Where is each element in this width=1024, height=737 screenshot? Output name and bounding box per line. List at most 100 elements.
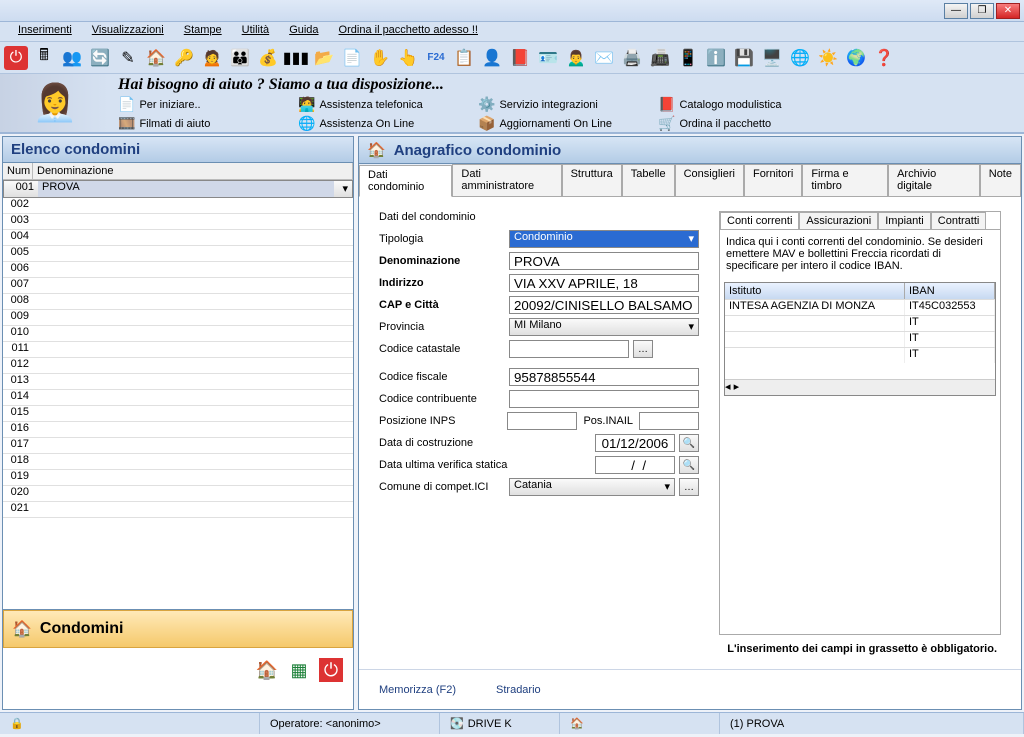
side-tab-conti-correnti[interactable]: Conti correnti (720, 212, 799, 229)
tab-note[interactable]: Note (980, 164, 1021, 196)
table-row[interactable]: 003 (3, 214, 353, 230)
table-row[interactable]: 016 (3, 422, 353, 438)
tool-money-icon[interactable]: 💰 (256, 46, 280, 70)
table-row[interactable]: 009 (3, 310, 353, 326)
tool-sun-icon[interactable]: ☀️ (816, 46, 840, 70)
close-button[interactable]: ✕ (996, 3, 1020, 19)
table-row[interactable]: 021 (3, 502, 353, 518)
account-row[interactable]: IT (725, 331, 995, 347)
tool-disk-icon[interactable]: 💾 (732, 46, 756, 70)
tab-fornitori[interactable]: Fornitori (744, 164, 802, 196)
menu-visualizzazioni[interactable]: Visualizzazioni (82, 22, 174, 41)
dverif-cal-button[interactable]: 🔍 (679, 456, 699, 474)
tool-home-icon[interactable]: 🏠 (144, 46, 168, 70)
account-row[interactable]: IT (725, 347, 995, 363)
table-row[interactable]: 007 (3, 278, 353, 294)
tool-fax-icon[interactable]: 📠 (648, 46, 672, 70)
codcat-lookup-button[interactable]: … (633, 340, 653, 358)
table-row[interactable]: 005 (3, 246, 353, 262)
table-row[interactable]: 002 (3, 198, 353, 214)
tool-doc-icon[interactable]: 📄 (340, 46, 364, 70)
help-cat-mod[interactable]: 📕Catalogo modulistica (658, 96, 838, 113)
tool-users-icon[interactable]: 👥 (60, 46, 84, 70)
menu-stampe[interactable]: Stampe (174, 22, 232, 41)
tool-help-icon[interactable]: ❓ (872, 46, 896, 70)
col-num-header[interactable]: Num (3, 163, 33, 179)
menu-guida[interactable]: Guida (279, 22, 328, 41)
inps-input[interactable] (507, 412, 577, 430)
denom-input[interactable] (509, 252, 699, 270)
tab-dati-condominio[interactable]: Dati condominio (359, 165, 452, 197)
prov-select[interactable]: MI Milano (509, 318, 699, 336)
minimize-button[interactable]: — (944, 3, 968, 19)
tool-power-icon[interactable]: ⏻ (4, 46, 28, 70)
tool-refresh-icon[interactable]: 🔄 (88, 46, 112, 70)
table-row[interactable]: 017 (3, 438, 353, 454)
help-ass-online[interactable]: 🌐Assistenza On Line (298, 115, 478, 132)
tool-f24-icon[interactable]: F24 (424, 46, 448, 70)
table-row[interactable]: 013 (3, 374, 353, 390)
table-row[interactable]: 008 (3, 294, 353, 310)
tool-sms-icon[interactable]: 📱 (676, 46, 700, 70)
accounts-grid[interactable]: Istituto IBAN INTESA AGENZIA DI MONZAIT4… (724, 282, 996, 396)
condomini-label[interactable]: 🏠 Condomini (3, 610, 353, 648)
home2-icon[interactable]: 🏠 (255, 658, 279, 682)
table-row[interactable]: 014 (3, 390, 353, 406)
tipologia-select[interactable]: Condominio (509, 230, 699, 248)
side-tab-impianti[interactable]: Impianti (878, 212, 931, 229)
table-row[interactable]: 019 (3, 470, 353, 486)
col-istituto[interactable]: Istituto (725, 283, 905, 299)
help-ass-tel[interactable]: 🧑‍💻Assistenza telefonica (298, 96, 478, 113)
cap-input[interactable] (509, 296, 699, 314)
codcontr-input[interactable] (509, 390, 699, 408)
tool-barcode-icon[interactable]: ▮▮▮ (284, 46, 308, 70)
codcat-input[interactable] (509, 340, 629, 358)
tool-web-icon[interactable]: 🌍 (844, 46, 868, 70)
tool-screen-icon[interactable]: 🖥️ (760, 46, 784, 70)
tool-passport-icon[interactable]: 🪪 (536, 46, 560, 70)
dcostr-input[interactable] (595, 434, 675, 452)
tool-group-icon[interactable]: 👪 (228, 46, 252, 70)
menu-inserimenti[interactable]: Inserimenti (8, 22, 82, 41)
memorizza-button[interactable]: Memorizza (F2) (379, 684, 456, 696)
tool-globe-icon[interactable]: 🌐 (788, 46, 812, 70)
tool-book-icon[interactable]: 📕 (508, 46, 532, 70)
stradario-button[interactable]: Stradario (496, 684, 541, 696)
tool-calc-icon[interactable]: 🖩 (32, 46, 56, 70)
tool-hand2-icon[interactable]: 👆 (396, 46, 420, 70)
tab-firma-e-timbro[interactable]: Firma e timbro (802, 164, 888, 196)
grid-scrollbar[interactable]: ◂ ▸ (725, 379, 995, 395)
indir-input[interactable] (509, 274, 699, 292)
table-row[interactable]: 015 (3, 406, 353, 422)
list-body[interactable]: 001PROVA00200300400500600700800901001101… (3, 180, 353, 609)
side-tab-assicurazioni[interactable]: Assicurazioni (799, 212, 878, 229)
tool-stamp-icon[interactable]: 🙍‍♂️ (564, 46, 588, 70)
tab-consiglieri[interactable]: Consiglieri (675, 164, 744, 196)
table-row[interactable]: 020 (3, 486, 353, 502)
table-row[interactable]: 011 (3, 342, 353, 358)
tool-letter-icon[interactable]: ✉️ (592, 46, 616, 70)
tool-key-icon[interactable]: 🔑 (172, 46, 196, 70)
dcostr-cal-button[interactable]: 🔍 (679, 434, 699, 452)
tool-person-icon[interactable]: 🙍 (200, 46, 224, 70)
account-row[interactable]: IT (725, 315, 995, 331)
tool-hand1-icon[interactable]: ✋ (368, 46, 392, 70)
tab-archivio-digitale[interactable]: Archivio digitale (888, 164, 980, 196)
maximize-button[interactable]: ❐ (970, 3, 994, 19)
power2-icon[interactable]: ⏻ (319, 658, 343, 682)
tab-tabelle[interactable]: Tabelle (622, 164, 675, 196)
tab-struttura[interactable]: Struttura (562, 164, 622, 196)
tool-print-icon[interactable]: 🖨️ (620, 46, 644, 70)
account-row[interactable]: INTESA AGENZIA DI MONZAIT45C032553 (725, 299, 995, 315)
tool-info-icon[interactable]: ℹ️ (704, 46, 728, 70)
col-iban[interactable]: IBAN (905, 283, 995, 299)
comici-select[interactable]: Catania (509, 478, 675, 496)
inail-input[interactable] (639, 412, 699, 430)
help-per-iniziare[interactable]: 📄Per iniziare.. (118, 96, 298, 113)
excel-icon[interactable]: ▦ (287, 658, 311, 682)
codfisc-input[interactable] (509, 368, 699, 386)
menu-ordina[interactable]: Ordina il pacchetto adesso !! (329, 22, 488, 41)
table-row[interactable]: 012 (3, 358, 353, 374)
side-tab-contratti[interactable]: Contratti (931, 212, 987, 229)
dverif-input[interactable] (595, 456, 675, 474)
